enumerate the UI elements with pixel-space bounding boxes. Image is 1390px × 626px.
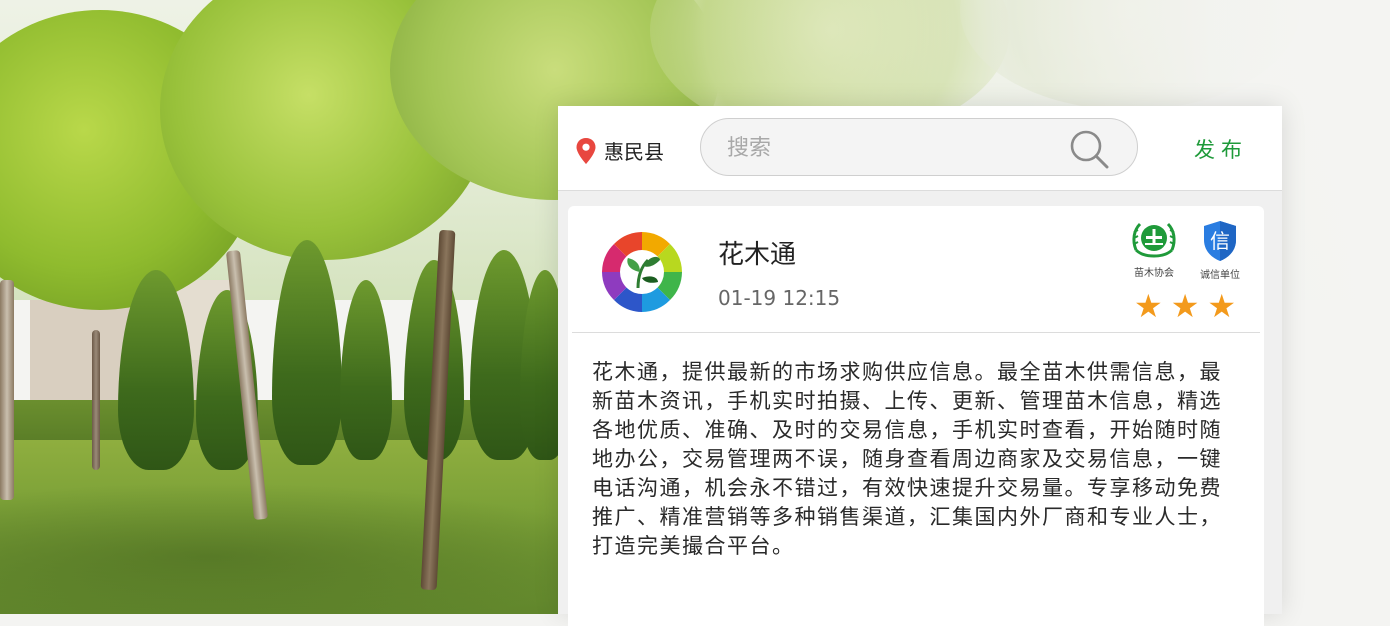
location-pin-icon	[576, 137, 596, 164]
association-emblem-icon	[1132, 222, 1176, 258]
association-badge: 苗木协会	[1124, 220, 1184, 279]
card-divider	[572, 332, 1260, 333]
association-badge-label: 苗木协会	[1134, 268, 1174, 279]
search-box[interactable]	[700, 118, 1138, 176]
credit-shield-icon: 信	[1204, 221, 1236, 261]
location-label: 惠民县	[604, 140, 664, 164]
credit-badge: 信 诚信单位	[1190, 220, 1250, 281]
credit-badge-label: 诚信单位	[1200, 270, 1240, 281]
star-icon: ★	[1207, 287, 1237, 325]
search-input[interactable]	[725, 129, 1049, 167]
app-panel: 惠民县 发布	[558, 106, 1282, 626]
top-bar: 惠民县 发布	[558, 106, 1282, 191]
location-selector[interactable]: 惠民县	[576, 136, 664, 165]
publish-button[interactable]: 发布	[1194, 134, 1248, 164]
search-icon[interactable]	[1069, 129, 1109, 169]
listing-description: 花木通，提供最新的市场求购供应信息。最全苗木供需信息，最新苗木资讯，手机实时拍摄…	[592, 360, 1222, 558]
star-icon: ★	[1134, 287, 1163, 325]
rating-stars: ★ ★ ★	[1134, 290, 1236, 322]
listing-timestamp: 01-19 12:15	[718, 286, 841, 310]
star-icon: ★	[1170, 287, 1200, 325]
app-logo	[602, 232, 682, 312]
listing-title: 花木通	[718, 240, 797, 270]
listing-card[interactable]: 花木通 01-19 12:15 苗木协会 信 诚信单位 ★ ★ ★ 花木通，提供…	[568, 206, 1264, 626]
credit-shield-glyph: 信	[1210, 229, 1230, 253]
